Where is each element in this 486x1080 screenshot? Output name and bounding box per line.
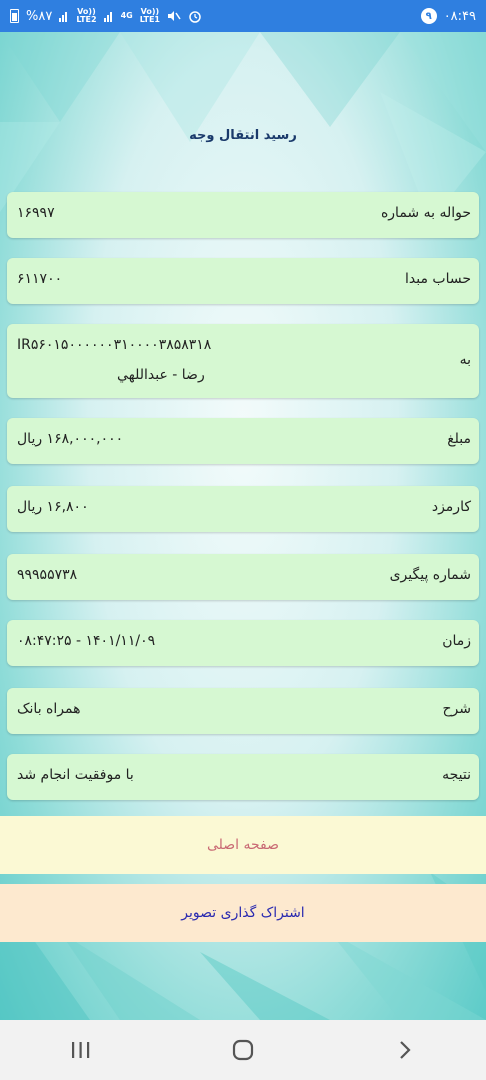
- recent-apps-icon: [72, 1042, 90, 1058]
- row-description: شرح همراه بانک: [7, 688, 479, 734]
- transfer-number-label: حواله به شماره: [380, 205, 471, 221]
- page-title: رسید انتقال وجه: [189, 128, 297, 143]
- battery-percent: %۸۷: [26, 8, 53, 24]
- battery-icon: [10, 9, 19, 23]
- tracking-value: ۹۹۹۵۵۷۳۸: [17, 567, 78, 583]
- network-lte1: Vo)) LTE1: [139, 7, 160, 24]
- back-button[interactable]: [375, 1030, 435, 1070]
- row-tracking: شماره پیگیری ۹۹۹۵۵۷۳۸: [7, 554, 479, 600]
- tracking-label: شماره پیگیری: [389, 567, 471, 583]
- clock: ۰۸:۴۹: [443, 8, 476, 24]
- amount-value: ۱۶۸,۰۰۰,۰۰۰ ریال: [17, 431, 124, 447]
- time-label: زمان: [442, 633, 471, 649]
- status-left: %۸۷ Vo)) LTE2 4G Vo)) LTE1: [10, 8, 202, 24]
- description-value: همراه بانک: [17, 701, 81, 717]
- row-amount: مبلغ ۱۶۸,۰۰۰,۰۰۰ ریال: [7, 418, 479, 464]
- row-transfer-number: حواله به شماره ۱۶۹۹۷: [7, 192, 479, 238]
- status-right: ۹ ۰۸:۴۹: [420, 8, 476, 24]
- destination-name: رضا - عبداللهي: [117, 367, 205, 383]
- transfer-number-value: ۱۶۹۹۷: [17, 205, 55, 221]
- share-image-button[interactable]: اشتراک گذاری تصویر: [0, 884, 486, 942]
- recent-apps-button[interactable]: [51, 1030, 111, 1070]
- fee-value: ۱۶,۸۰۰ ریال: [17, 499, 89, 515]
- source-account-label: حساب مبدا: [404, 271, 471, 287]
- fee-label: کارمزد: [431, 499, 471, 515]
- destination-label: به: [459, 352, 471, 368]
- home-button[interactable]: صفحه اصلی: [0, 816, 486, 874]
- result-label: نتیجه: [442, 767, 471, 783]
- time-value: ۱۴۰۱/۱۱/۰۹ - ۰۸:۴۷:۲۵: [17, 633, 156, 649]
- description-label: شرح: [442, 701, 472, 717]
- network-lte2: Vo)) LTE2: [76, 7, 97, 24]
- row-result: نتیجه با موفقیت انجام شد: [7, 754, 479, 800]
- home-nav-button[interactable]: [213, 1030, 273, 1070]
- network-4g: 4G: [120, 11, 133, 20]
- destination-iban: IR۵۶۰۱۵۰۰۰۰۰۰۳۱۰۰۰۰۳۸۵۸۳۱۸: [17, 337, 212, 353]
- navigation-bar: [0, 1020, 486, 1080]
- source-account-value: ۶۱۱۷۰۰: [17, 271, 63, 287]
- signal-icon: [59, 12, 68, 22]
- row-destination: به IR۵۶۰۱۵۰۰۰۰۰۰۳۱۰۰۰۰۳۸۵۸۳۱۸ رضا - عبدا…: [7, 324, 479, 398]
- home-nav-icon: [232, 1039, 254, 1061]
- row-source-account: حساب مبدا ۶۱۱۷۰۰: [7, 258, 479, 304]
- chevron-right-icon: [400, 1041, 411, 1059]
- row-fee: کارمزد ۱۶,۸۰۰ ریال: [7, 486, 479, 532]
- amount-label: مبلغ: [447, 431, 471, 447]
- status-bar: %۸۷ Vo)) LTE2 4G Vo)) LTE1 ۹ ۰۸:۴۹: [0, 0, 486, 32]
- signal-icon-2: [103, 12, 112, 22]
- result-value: با موفقیت انجام شد: [17, 767, 134, 783]
- alarm-icon: [189, 11, 201, 23]
- row-time: زمان ۱۴۰۱/۱۱/۰۹ - ۰۸:۴۷:۲۵: [7, 620, 479, 666]
- notification-badge: ۹: [420, 8, 437, 24]
- mute-icon: [168, 11, 181, 21]
